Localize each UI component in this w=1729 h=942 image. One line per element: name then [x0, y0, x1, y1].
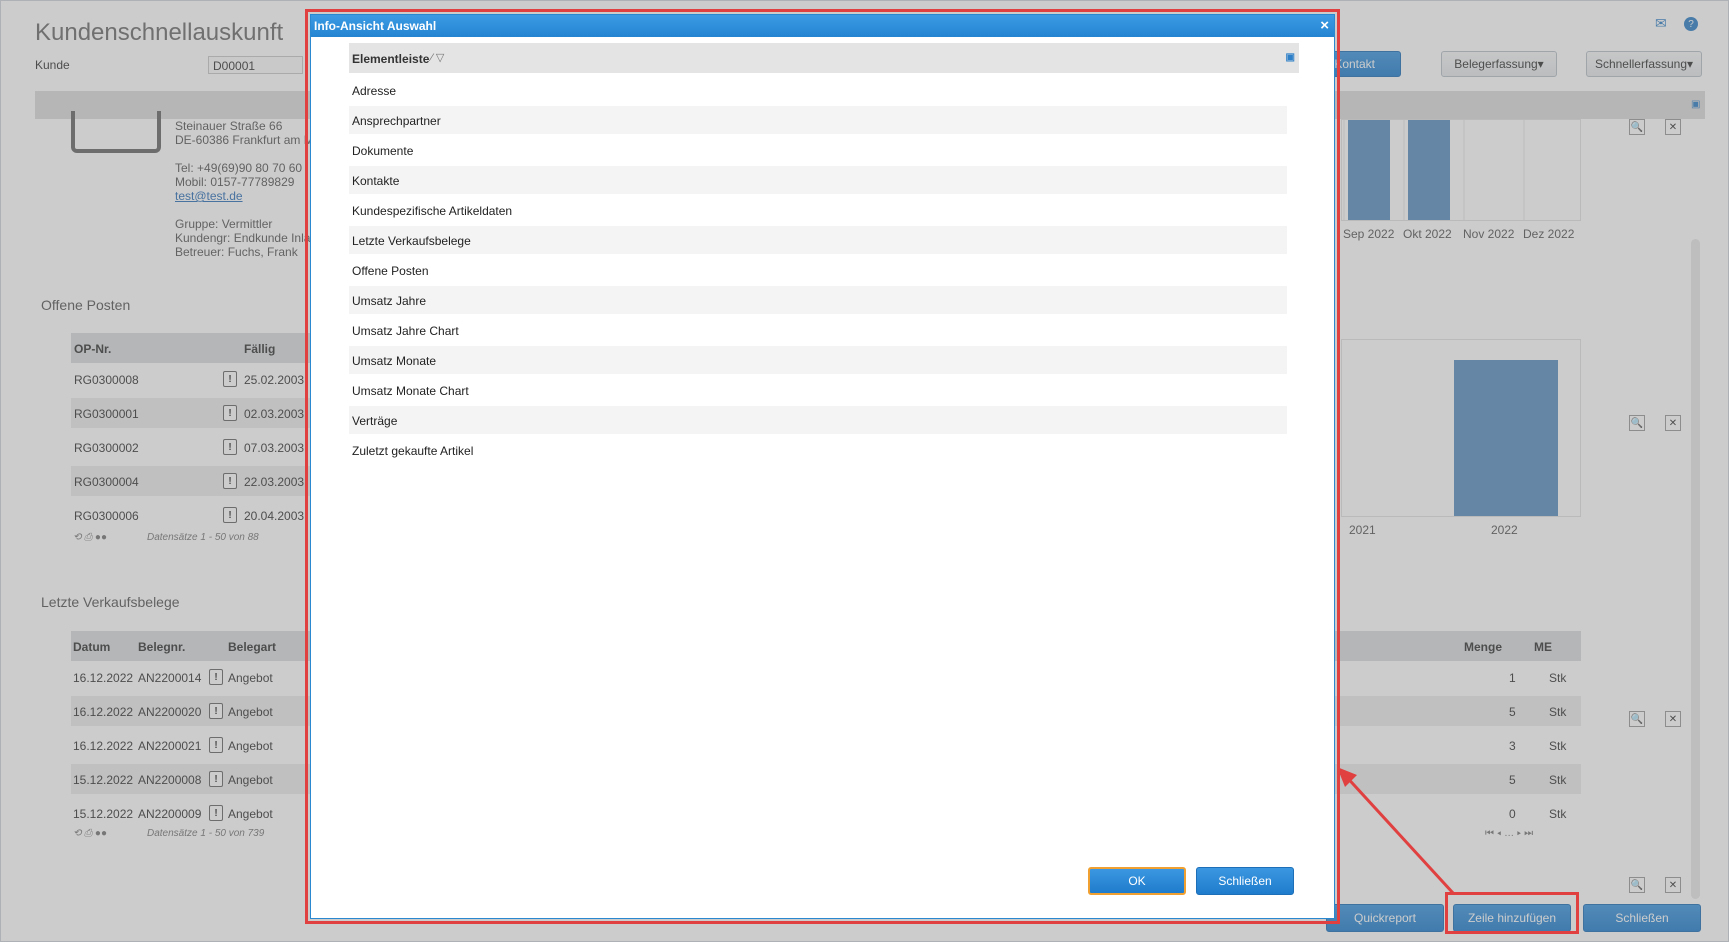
dialog-title: Info-Ansicht Auswahl — [314, 19, 437, 33]
list-item[interactable]: Umsatz Jahre Chart — [349, 316, 1287, 344]
list-item-label: Dokumente — [352, 144, 414, 158]
list-item[interactable]: Verträge — [349, 406, 1287, 434]
list-item-label: Umsatz Jahre Chart — [352, 324, 459, 338]
list-item[interactable]: Umsatz Monate — [349, 346, 1287, 374]
list-item[interactable]: Zuletzt gekaufte Artikel — [349, 436, 1287, 464]
list-item[interactable]: Ansprechpartner — [349, 106, 1287, 134]
list-item[interactable]: Kundespezifische Artikeldaten — [349, 196, 1287, 224]
list-item[interactable]: Umsatz Jahre — [349, 286, 1287, 314]
elementleiste-column[interactable]: Elementleiste — [352, 52, 429, 66]
list-item-label: Kontakte — [352, 174, 400, 188]
list-item[interactable]: Umsatz Monate Chart — [349, 376, 1287, 404]
list-item-label: Adresse — [352, 84, 397, 98]
list-item-label: Ansprechpartner — [352, 114, 441, 128]
info-ansicht-dialog: Info-Ansicht Auswahl × Elementleiste ⁄ ▽… — [310, 14, 1335, 919]
dialog-titlebar: Info-Ansicht Auswahl × — [311, 15, 1334, 37]
column-settings-icon[interactable]: ▣ — [1286, 52, 1295, 63]
list-item-label: Kundespezifische Artikeldaten — [352, 204, 513, 218]
annotation-arrow — [1337, 767, 1455, 895]
close-icon[interactable]: × — [1320, 17, 1329, 34]
list-item[interactable]: Letzte Verkaufsbelege — [349, 226, 1287, 254]
list-item[interactable]: Dokumente — [349, 136, 1287, 164]
list-item-label: Zuletzt gekaufte Artikel — [352, 444, 474, 458]
elementleiste-header: Elementleiste ⁄ ▽ ▣ — [349, 43, 1299, 73]
list-item[interactable]: Offene Posten — [349, 256, 1287, 284]
list-item[interactable]: Kontakte — [349, 166, 1287, 194]
list-item-label: Letzte Verkaufsbelege — [352, 234, 471, 248]
highlight-box-zeile — [1445, 892, 1579, 934]
list-item-label: Verträge — [352, 414, 398, 428]
schliessen-dialog-button[interactable]: Schließen — [1196, 867, 1294, 895]
ok-button[interactable]: OK — [1088, 867, 1186, 895]
list-item[interactable]: Adresse — [349, 76, 1287, 104]
list-item-label: Umsatz Jahre — [352, 294, 427, 308]
list-item-label: Offene Posten — [352, 264, 429, 278]
list-item-label: Umsatz Monate Chart — [352, 384, 469, 398]
sort-filter-icon[interactable]: ⁄ ▽ — [431, 51, 444, 64]
list-item-label: Umsatz Monate — [352, 354, 437, 368]
